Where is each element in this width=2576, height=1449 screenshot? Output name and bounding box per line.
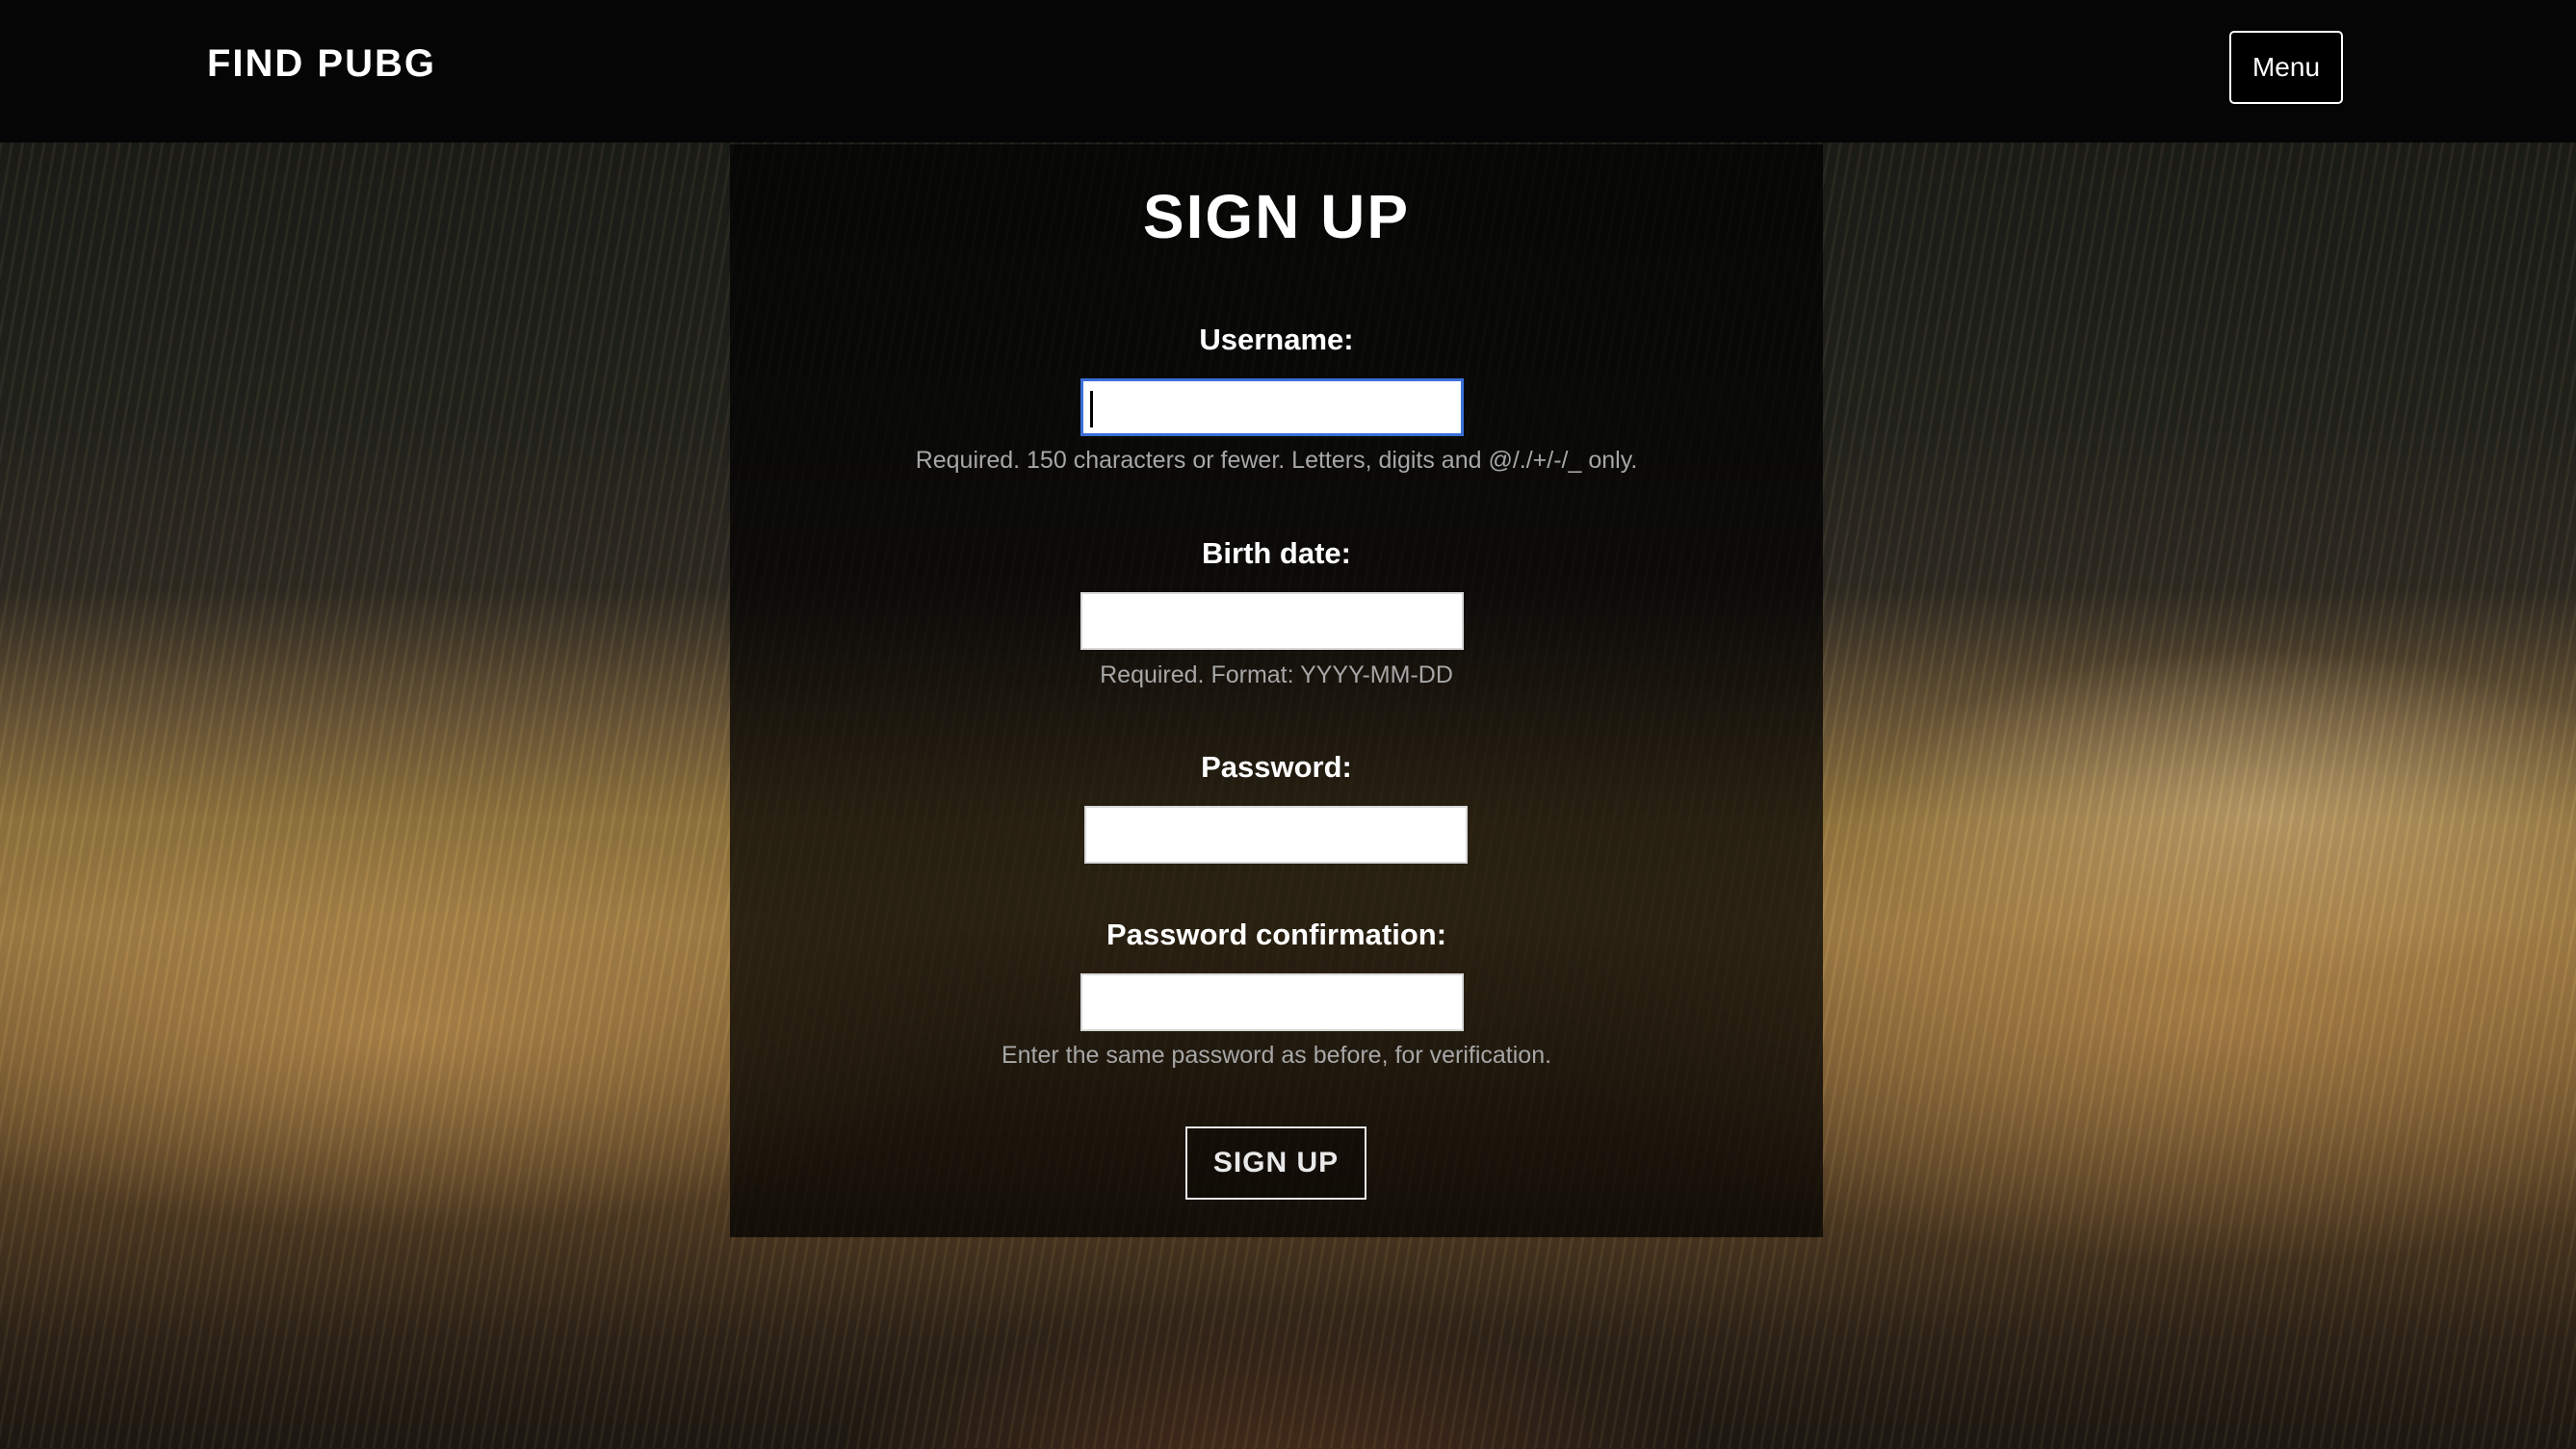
password-confirmation-label: Password confirmation: [1106,918,1447,951]
top-navbar: FIND PUBG Menu [0,0,2576,142]
text-caret [1090,391,1093,427]
username-label: Username: [1199,323,1354,356]
password-confirmation-input[interactable] [1080,973,1464,1031]
sign-up-button[interactable]: SIGN UP [1185,1126,1366,1200]
birth-date-input[interactable] [1080,592,1464,650]
username-input[interactable] [1080,378,1464,436]
username-help-text: Required. 150 characters or fewer. Lette… [915,447,1638,474]
birth-date-label: Birth date: [1202,536,1351,570]
signup-panel: SIGN UP Username: Required. 150 characte… [730,144,1823,1237]
birth-date-help-text: Required. Format: YYYY-MM-DD [1100,661,1453,688]
password-confirmation-help-text: Enter the same password as before, for v… [1001,1042,1552,1069]
page-title: SIGN UP [1142,182,1411,251]
password-input[interactable] [1084,806,1468,864]
menu-button[interactable]: Menu [2229,31,2343,104]
password-label: Password: [1201,750,1352,784]
brand-logo[interactable]: FIND PUBG [207,42,436,86]
